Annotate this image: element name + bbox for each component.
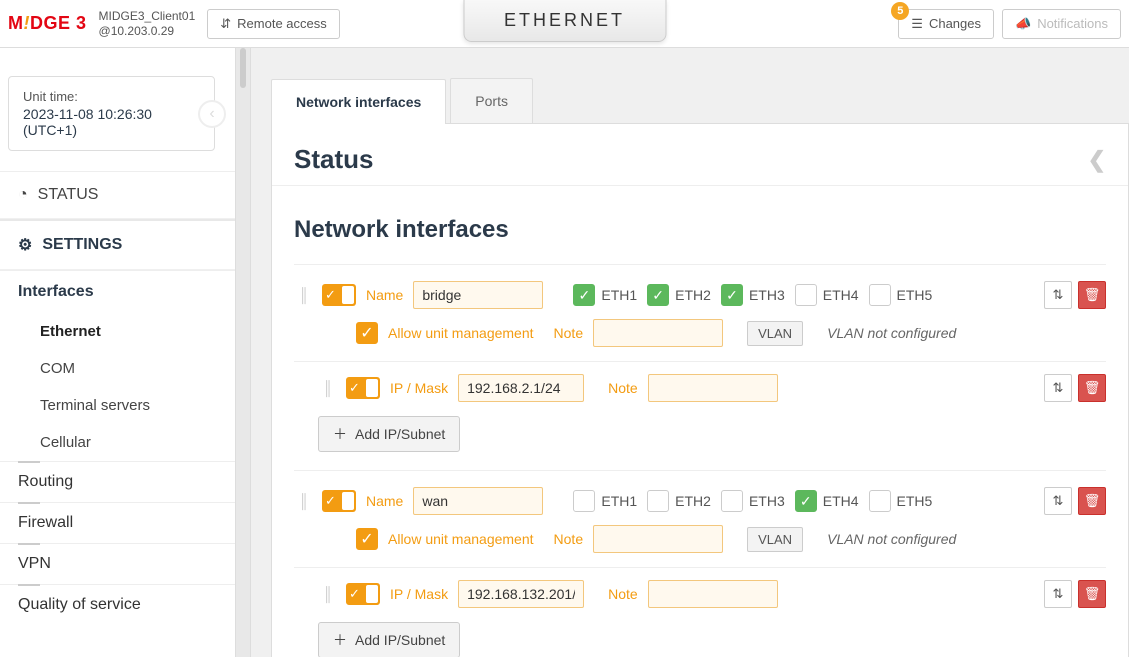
interface-block: ║ ✓ Name ✓ETH1 ✓ETH2 ✓ETH3 ETH4 ETH5 ⇅ 🗑: [294, 264, 1106, 470]
enable-toggle[interactable]: ✓: [346, 583, 380, 605]
nav-routing[interactable]: Routing: [0, 461, 235, 502]
plus-icon: ＋: [333, 630, 347, 650]
details-button[interactable]: ⇅: [1044, 374, 1072, 402]
eth2-checkbox[interactable]: ✓: [647, 284, 669, 306]
section-heading: Network interfaces: [294, 216, 1106, 244]
eth2-checkbox[interactable]: [647, 490, 669, 512]
nav-qos[interactable]: Quality of service: [0, 584, 235, 625]
tab-network-interfaces[interactable]: Network interfaces: [271, 79, 446, 124]
list-icon: ☰: [911, 16, 923, 32]
nav-status[interactable]: ◔ STATUS: [0, 172, 235, 219]
eth5-checkbox[interactable]: [869, 490, 891, 512]
eth5-checkbox[interactable]: [869, 284, 891, 306]
unit-name: MIDGE3_Client01: [99, 9, 196, 23]
trash-icon: 🗑: [1084, 287, 1101, 303]
enable-toggle[interactable]: ✓: [346, 377, 380, 399]
nav-interfaces[interactable]: Interfaces: [0, 270, 235, 313]
eth1-checkbox[interactable]: ✓: [573, 284, 595, 306]
add-ip-subnet-button[interactable]: ＋Add IP/Subnet: [318, 622, 460, 657]
nav-ethernet[interactable]: Ethernet: [40, 313, 235, 350]
drag-handle-icon[interactable]: ║: [294, 493, 312, 509]
details-button[interactable]: ⇅: [1044, 487, 1072, 515]
name-label: Name: [366, 287, 403, 303]
delete-button[interactable]: 🗑: [1078, 374, 1106, 402]
notifications-button[interactable]: 📣 Notifications: [1002, 9, 1121, 39]
ipmask-input[interactable]: [458, 374, 584, 402]
delete-button[interactable]: 🗑: [1078, 487, 1106, 515]
vlan-status: VLAN not configured: [827, 325, 956, 341]
remote-access-button[interactable]: ⇵ Remote access: [207, 9, 340, 39]
details-button[interactable]: ⇅: [1044, 281, 1072, 309]
eth1-checkbox[interactable]: [573, 490, 595, 512]
main-panel: Network interfaces Ports Status ❮ Networ…: [251, 48, 1129, 657]
vlan-button[interactable]: VLAN: [747, 527, 803, 552]
page-title: ETHERNET: [463, 0, 666, 42]
unit-info: MIDGE3_Client01 @10.203.0.29: [99, 9, 196, 38]
add-ip-subnet-button[interactable]: ＋Add IP/Subnet: [318, 416, 460, 452]
details-button[interactable]: ⇅: [1044, 580, 1072, 608]
bullhorn-icon: 📣: [1015, 16, 1031, 32]
dashboard-icon: ◔: [18, 186, 28, 204]
eth4-checkbox[interactable]: ✓: [795, 490, 817, 512]
collapse-status-icon[interactable]: ❮: [1088, 147, 1106, 173]
interface-block: ║ ✓ Name ETH1 ETH2 ETH3 ✓ETH4 ETH5 ⇅ 🗑: [294, 470, 1106, 657]
ip-note-input[interactable]: [648, 580, 778, 608]
collapse-sidebar-icon[interactable]: ‹: [198, 100, 226, 128]
note-input[interactable]: [593, 525, 723, 553]
name-input[interactable]: [413, 487, 543, 515]
gear-icon: ⚙: [18, 235, 32, 255]
nav-cellular[interactable]: Cellular: [40, 424, 235, 461]
enable-toggle[interactable]: ✓: [322, 490, 356, 512]
nav-vpn[interactable]: VPN: [0, 543, 235, 584]
antenna-icon: ⇵: [220, 16, 231, 32]
eth3-checkbox[interactable]: [721, 490, 743, 512]
eth3-checkbox[interactable]: ✓: [721, 284, 743, 306]
nav-firewall[interactable]: Firewall: [0, 502, 235, 543]
sidebar: Unit time: 2023-11-08 10:26:30 (UTC+1) ‹…: [0, 48, 235, 657]
topbar: M!DGE 3 MIDGE3_Client01 @10.203.0.29 ⇵ R…: [0, 0, 1129, 48]
nav-terminal-servers[interactable]: Terminal servers: [40, 387, 235, 424]
name-input[interactable]: [413, 281, 543, 309]
plus-icon: ＋: [333, 424, 347, 444]
eth4-checkbox[interactable]: [795, 284, 817, 306]
delete-button[interactable]: 🗑: [1078, 580, 1106, 608]
delete-button[interactable]: 🗑: [1078, 281, 1106, 309]
ip-note-input[interactable]: [648, 374, 778, 402]
drag-handle-icon[interactable]: ║: [294, 287, 312, 303]
trash-icon: 🗑: [1084, 586, 1101, 602]
splitter[interactable]: [235, 48, 251, 657]
status-heading: Status ❮: [294, 144, 1106, 175]
vlan-button[interactable]: VLAN: [747, 321, 803, 346]
drag-handle-icon[interactable]: ║: [318, 380, 336, 396]
trash-icon: 🗑: [1084, 493, 1101, 509]
nav-com[interactable]: COM: [40, 350, 235, 387]
nav-settings[interactable]: ⚙ SETTINGS: [0, 219, 235, 270]
ipmask-input[interactable]: [458, 580, 584, 608]
vlan-status: VLAN not configured: [827, 531, 956, 547]
tab-ports[interactable]: Ports: [450, 78, 533, 123]
logo: M!DGE 3: [8, 13, 87, 34]
changes-button[interactable]: 5 ☰ Changes: [898, 9, 994, 39]
allow-mgmt-checkbox[interactable]: ✓: [356, 528, 378, 550]
unit-time-box: Unit time: 2023-11-08 10:26:30 (UTC+1) ‹: [8, 76, 215, 151]
note-input[interactable]: [593, 319, 723, 347]
changes-badge: 5: [891, 2, 909, 20]
allow-mgmt-checkbox[interactable]: ✓: [356, 322, 378, 344]
enable-toggle[interactable]: ✓: [322, 284, 356, 306]
trash-icon: 🗑: [1084, 380, 1101, 396]
drag-handle-icon[interactable]: ║: [318, 586, 336, 602]
unit-ip: @10.203.0.29: [99, 24, 196, 38]
name-label: Name: [366, 493, 403, 509]
